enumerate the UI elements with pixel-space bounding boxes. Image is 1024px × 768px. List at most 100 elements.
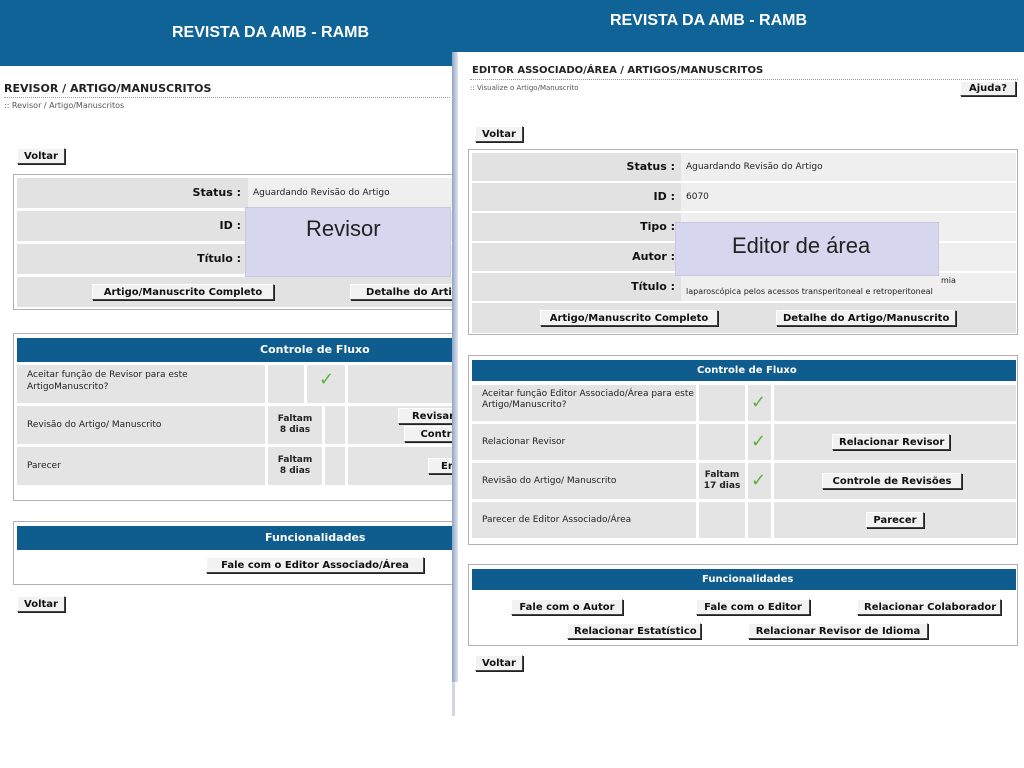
breadcrumb: :: Visualize o Artigo/Manuscrito	[470, 84, 579, 92]
fale-editor-associado-button[interactable]: Fale com o Editor Associado/Área	[206, 557, 424, 573]
faltam-text: Faltam 17 dias	[703, 470, 741, 491]
article-actions-row: Artigo/Manuscrito Completo Detalhe do Ar…	[472, 303, 1016, 333]
flow-row-status	[325, 447, 345, 485]
flow-row-faltam	[699, 424, 745, 460]
flow-row-label: Revisão do Artigo/ Manuscrito	[472, 463, 696, 499]
faltam-text: Faltam 8 dias	[277, 414, 313, 435]
flow-row-label: Parecer de Editor Associado/Área	[472, 502, 696, 538]
flow-row-faltam: Faltam 8 dias	[268, 406, 322, 444]
revisor-panel: REVISOR / ARTIGO/MANUSCRITOS :: Revisor …	[0, 66, 455, 716]
flow-row-status: ✓	[748, 424, 771, 460]
controle-fluxo-box: Controle de Fluxo Aceitar função Editor …	[468, 355, 1018, 545]
check-icon: ✓	[751, 470, 767, 491]
flow-row-action	[348, 365, 452, 403]
flow-row-faltam	[699, 502, 745, 538]
flow-row-faltam	[268, 365, 304, 403]
revisor-overlay-label: Revisor	[245, 207, 451, 277]
flow-row-faltam: Faltam 8 dias	[268, 447, 322, 485]
status-label: Status :	[626, 160, 675, 173]
relacionar-colaborador-button[interactable]: Relacionar Colaborador	[857, 599, 1001, 615]
artigo-completo-button[interactable]: Artigo/Manuscrito Completo	[540, 310, 718, 326]
funcionalidades-box: Funcionalidades Fale com o Autor Fale co…	[468, 564, 1018, 646]
controle-revisoes-button[interactable]: Contr	[404, 426, 452, 442]
flow-row-label: Relacionar Revisor	[472, 424, 696, 460]
status-value: Aguardando Revisão do Artigo	[681, 153, 1016, 181]
id-row: ID : 6070	[472, 183, 1016, 211]
voltar-button[interactable]: Voltar	[17, 148, 65, 164]
flow-row-label: Aceitar função Editor Associado/Área par…	[472, 385, 696, 421]
page-title: REVISOR / ARTIGO/MANUSCRITOS	[4, 82, 212, 95]
detalhe-artigo-button[interactable]: Detalhe do Artig	[350, 284, 452, 300]
flow-row-faltam	[699, 385, 745, 421]
controle-fluxo-header: Controle de Fluxo	[472, 360, 1016, 381]
ajuda-button[interactable]: Ajuda?	[960, 81, 1016, 96]
controle-fluxo-title: Controle de Fluxo	[260, 343, 370, 356]
status-label: Status :	[192, 186, 241, 199]
flow-row-label: Aceitar função de Revisor para este Arti…	[17, 365, 265, 403]
panel-separator	[452, 52, 458, 682]
breadcrumb: :: Revisor / Artigo/Manuscritos	[4, 101, 125, 110]
id-label: ID :	[219, 219, 241, 232]
faltam-text: Faltam 8 dias	[277, 455, 313, 476]
status-value: Aguardando Revisão do Artigo	[248, 178, 452, 208]
voltar-button[interactable]: Voltar	[475, 126, 523, 142]
titulo-label: Título :	[631, 280, 675, 293]
flow-row-faltam: Faltam 17 dias	[699, 463, 745, 499]
artigo-completo-button[interactable]: Artigo/Manuscrito Completo	[92, 284, 274, 300]
relacionar-revisor-button[interactable]: Relacionar Revisor	[832, 434, 950, 450]
funcionalidades-box: Funcionalidades Fale com o Editor Associ…	[13, 521, 452, 585]
flow-row-action	[774, 385, 1016, 421]
voltar-bottom-button[interactable]: Voltar	[17, 596, 65, 612]
titulo-row: Título : mia laparoscópica pelos acessos…	[472, 273, 1016, 301]
flow-row-status: ✓	[307, 365, 345, 403]
parecer-button[interactable]: Parecer	[866, 512, 924, 528]
banner-title-right: REVISTA DA AMB - RAMB	[610, 12, 808, 29]
editor-overlay-label: Editor de área	[675, 222, 939, 276]
revisar-button[interactable]: Revisar	[398, 408, 452, 424]
flow-row-status	[325, 406, 345, 444]
id-label: ID :	[653, 190, 675, 203]
voltar-bottom-button[interactable]: Voltar	[475, 655, 523, 671]
page-title: EDITOR ASSOCIADO/ÁREA / ARTIGOS/MANUSCRI…	[472, 65, 764, 76]
status-row: Status : Aguardando Revisão do Artigo	[17, 178, 452, 208]
revisor-overlay-text: Revisor	[306, 216, 381, 241]
check-icon: ✓	[319, 369, 335, 390]
banner-right: REVISTA DA AMB - RAMB	[455, 0, 1024, 52]
controle-fluxo-title: Controle de Fluxo	[697, 365, 797, 376]
id-value: 6070	[681, 183, 1016, 211]
flow-row-action: Parecer	[774, 502, 1016, 538]
flow-row-status	[748, 502, 771, 538]
banner-title-left: REVISTA DA AMB - RAMB	[172, 24, 370, 41]
check-icon: ✓	[751, 431, 767, 452]
funcionalidades-title: Funcionalidades	[265, 531, 366, 544]
fale-autor-button[interactable]: Fale com o Autor	[511, 599, 623, 615]
divider	[4, 97, 450, 98]
relacionar-revisor-idioma-button[interactable]: Relacionar Revisor de Idioma	[748, 623, 928, 639]
controle-fluxo-header: Controle de Fluxo	[17, 338, 452, 362]
divider	[470, 79, 1018, 80]
detalhe-artigo-button[interactable]: Detalhe do Artigo/Manuscrito	[776, 310, 956, 326]
article-actions-row: Artigo/Manuscrito Completo Detalhe do Ar…	[17, 277, 452, 307]
titulo-line-2: laparoscópica pelos acessos transperiton…	[686, 287, 933, 296]
funcionalidades-title: Funcionalidades	[702, 574, 794, 585]
flow-row-action: Revisar Contr	[348, 406, 452, 444]
flow-row-status: ✓	[748, 385, 771, 421]
flow-row-action: Relacionar Revisor	[774, 424, 1016, 460]
titulo-line-1: mia	[941, 276, 956, 285]
check-icon: ✓	[751, 392, 767, 413]
editor-overlay-text: Editor de área	[732, 233, 871, 258]
flow-row-status: ✓	[748, 463, 771, 499]
fale-editor-button[interactable]: Fale com o Editor	[696, 599, 810, 615]
flow-row-action: En	[348, 447, 452, 485]
flow-row-label: Parecer	[17, 447, 265, 485]
relacionar-estatistico-button[interactable]: Relacionar Estatístico	[567, 623, 701, 639]
tipo-label: Tipo :	[640, 220, 675, 233]
titulo-label: Título :	[197, 252, 241, 265]
titulo-value: mia laparoscópica pelos acessos transper…	[681, 273, 1016, 301]
funcionalidades-header: Funcionalidades	[17, 526, 452, 550]
flow-row-label: Revisão do Artigo/ Manuscrito	[17, 406, 265, 444]
controle-revisoes-button[interactable]: Controle de Revisões	[822, 473, 962, 489]
enviar-parecer-button[interactable]: En	[428, 458, 452, 474]
flow-row-action: Controle de Revisões	[774, 463, 1016, 499]
funcionalidades-header: Funcionalidades	[472, 569, 1016, 590]
